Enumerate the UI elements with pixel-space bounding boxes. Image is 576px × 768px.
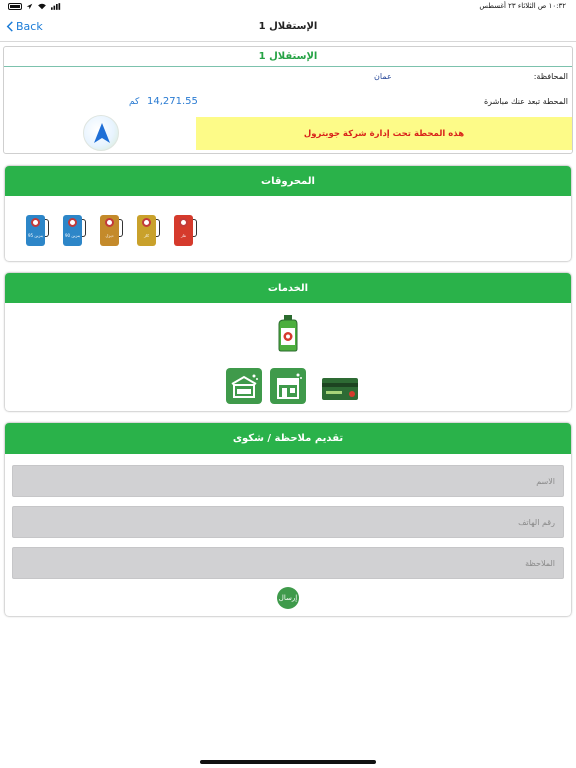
wifi-icon bbox=[38, 3, 46, 10]
station-info-card: الإستقلال 1 المحافظة: عمان المحطة تبعد ع… bbox=[3, 46, 573, 154]
fuel-pump-kerosene-icon: كاز bbox=[134, 213, 162, 247]
distance-label: المحطة تبعد عنك مباشرة bbox=[483, 97, 568, 106]
fuels-card: المحروقات بنزين 95 بنزين 90 ديزل كاز غاز bbox=[5, 166, 571, 261]
feedback-header: تقديم ملاحظة / شكوى bbox=[5, 423, 571, 454]
fuel-label: ديزل bbox=[105, 233, 114, 238]
name-input[interactable] bbox=[12, 465, 564, 497]
status-indicators bbox=[8, 3, 61, 10]
fuel-label: غاز bbox=[180, 233, 187, 238]
governorate-label: المحافظة: bbox=[533, 72, 568, 81]
services-header: الخدمات bbox=[5, 273, 571, 303]
navigation-bar: Back الإستقلال 1 bbox=[0, 14, 576, 42]
distance-value: 14,271.55 bbox=[147, 96, 198, 107]
governorate-value: عمان bbox=[374, 72, 392, 81]
feedback-card: تقديم ملاحظة / شكوى إرسال bbox=[5, 423, 571, 616]
fuel-label: بنزين 95 bbox=[27, 233, 44, 238]
signal-icon bbox=[51, 3, 61, 10]
services-card: الخدمات bbox=[5, 273, 571, 411]
navigate-icon[interactable] bbox=[83, 115, 119, 151]
status-bar: ١٠:٣٢ ص الثلاثاء ٢٣ أغسطس bbox=[0, 0, 576, 14]
payment-card-icon bbox=[322, 378, 358, 400]
note-input[interactable] bbox=[12, 547, 564, 579]
divider bbox=[4, 66, 572, 67]
status-datetime: ١٠:٣٢ ص الثلاثاء ٢٣ أغسطس bbox=[479, 2, 566, 10]
fuel-pump-diesel-icon: ديزل bbox=[97, 213, 125, 247]
home-indicator[interactable] bbox=[200, 760, 376, 764]
oil-bottle-icon bbox=[278, 315, 298, 352]
phone-input[interactable] bbox=[12, 506, 564, 538]
fuel-label: بنزين 90 bbox=[64, 233, 81, 238]
fuel-list: بنزين 95 بنزين 90 ديزل كاز غاز bbox=[23, 213, 199, 247]
send-button[interactable]: إرسال bbox=[277, 587, 299, 609]
store-icon bbox=[270, 368, 306, 404]
fuel-pump-90-icon: بنزين 90 bbox=[60, 213, 88, 247]
fuel-label: كاز bbox=[143, 233, 150, 238]
management-notice: هذه المحطة تحت إدارة شركة جوبترول bbox=[196, 117, 572, 150]
distance-unit: كم bbox=[129, 97, 140, 107]
fuel-pump-95-icon: بنزين 95 bbox=[23, 213, 51, 247]
services-list bbox=[226, 368, 358, 404]
fuels-header: المحروقات bbox=[5, 166, 571, 196]
fuel-pump-gas-icon: غاز bbox=[171, 213, 199, 247]
car-wash-icon bbox=[226, 368, 262, 404]
battery-icon bbox=[8, 3, 22, 10]
page-title: الإستقلال 1 bbox=[258, 21, 318, 32]
location-icon bbox=[26, 3, 33, 10]
station-name: الإستقلال 1 bbox=[258, 51, 318, 62]
